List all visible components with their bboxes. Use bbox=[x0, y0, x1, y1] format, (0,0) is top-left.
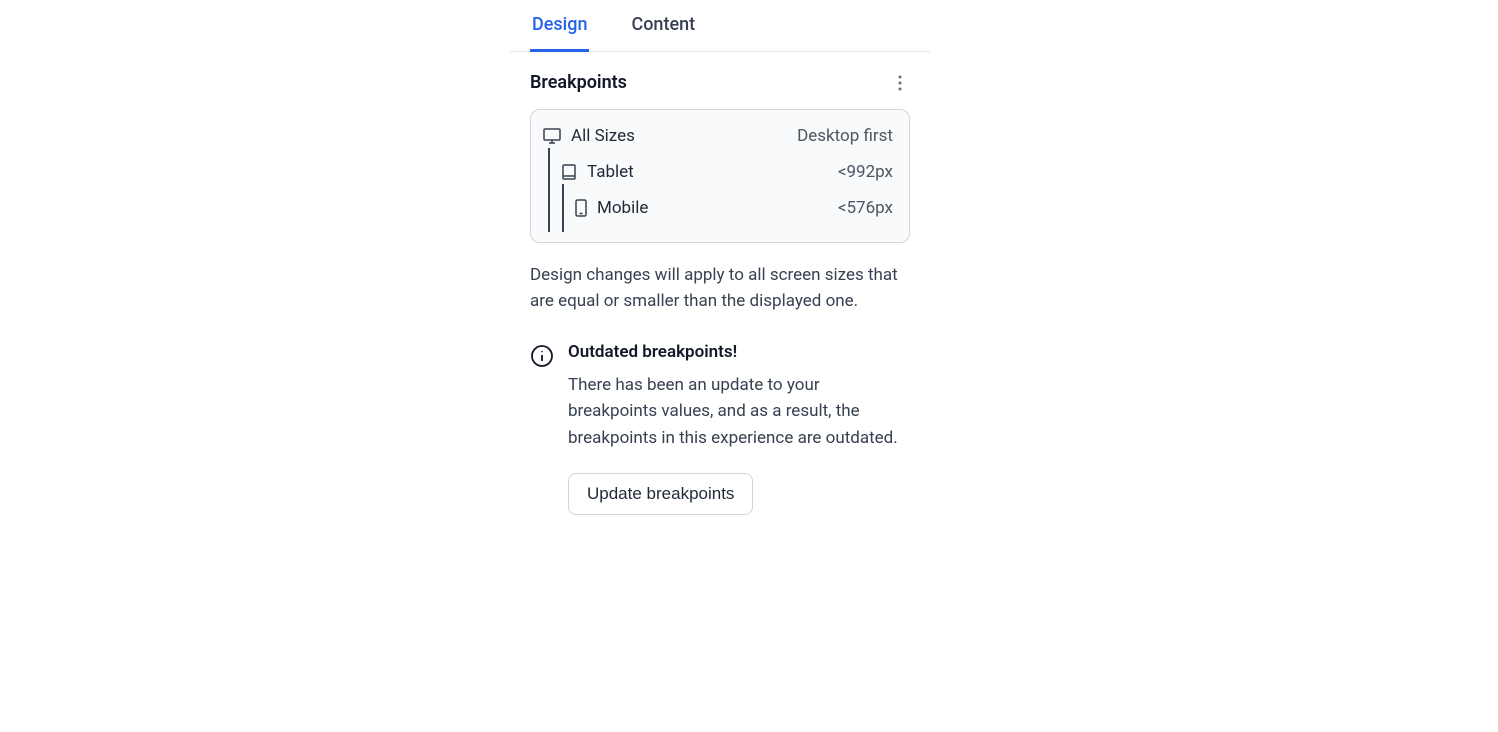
breakpoint-label: Mobile bbox=[597, 198, 648, 218]
breakpoint-value: <992px bbox=[838, 162, 893, 182]
design-panel: Design Content Breakpoints bbox=[510, 0, 930, 535]
info-icon bbox=[530, 344, 554, 372]
breakpoints-card: All Sizes Desktop first Tablet <992px bbox=[530, 109, 910, 243]
tab-bar: Design Content bbox=[510, 0, 930, 52]
breakpoint-row-all-sizes[interactable]: All Sizes Desktop first bbox=[543, 126, 893, 154]
breakpoints-section: Breakpoints bbox=[510, 52, 930, 535]
tab-design[interactable]: Design bbox=[530, 0, 589, 52]
breakpoint-row-tablet[interactable]: Tablet <992px bbox=[543, 154, 893, 190]
tab-content[interactable]: Content bbox=[629, 0, 697, 52]
notice-text: There has been an update to your breakpo… bbox=[568, 372, 910, 451]
breakpoint-label: All Sizes bbox=[571, 126, 635, 146]
more-vertical-icon[interactable] bbox=[890, 73, 910, 93]
breakpoint-row-mobile[interactable]: Mobile <576px bbox=[543, 190, 893, 226]
tablet-icon bbox=[561, 164, 577, 180]
notice-title: Outdated breakpoints! bbox=[568, 342, 910, 362]
section-title: Breakpoints bbox=[530, 72, 627, 93]
desktop-icon bbox=[543, 128, 561, 144]
breakpoint-label: Tablet bbox=[587, 162, 634, 182]
breakpoints-description: Design changes will apply to all screen … bbox=[530, 263, 910, 314]
outdated-notice: Outdated breakpoints! There has been an … bbox=[530, 342, 910, 515]
breakpoint-strategy: Desktop first bbox=[797, 126, 893, 146]
breakpoint-value: <576px bbox=[838, 198, 893, 218]
section-header: Breakpoints bbox=[530, 72, 910, 93]
mobile-icon bbox=[575, 199, 587, 217]
update-breakpoints-button[interactable]: Update breakpoints bbox=[568, 473, 753, 515]
